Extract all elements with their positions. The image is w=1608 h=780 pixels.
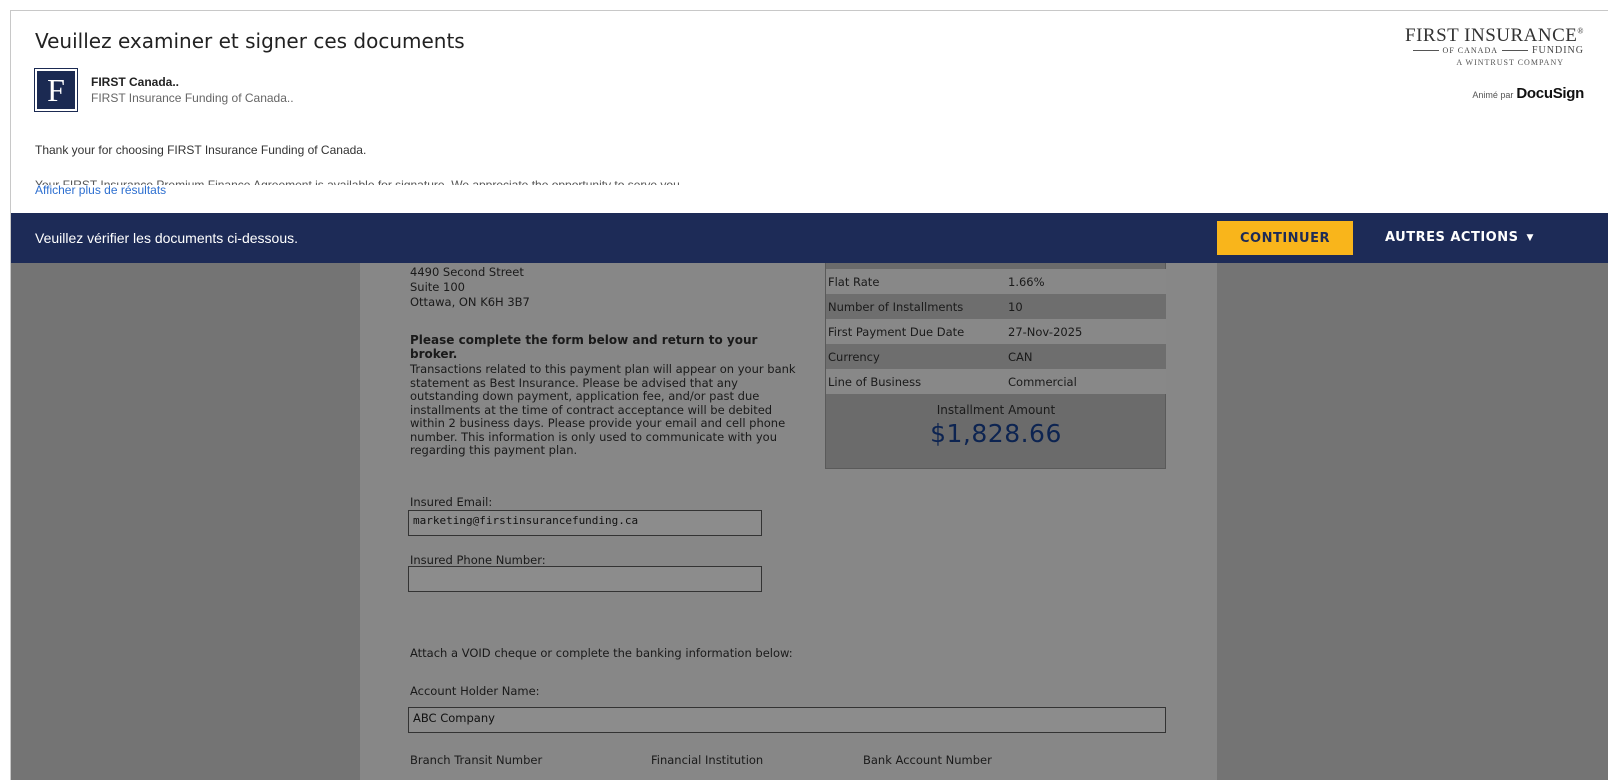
sender-info: F FIRST Canada.. FIRST Insurance Funding…: [34, 68, 294, 112]
address-line: 4490 Second Street: [410, 265, 524, 279]
row-value: 27-Nov-2025: [1008, 324, 1083, 339]
envelope-message: Thank your for choosing FIRST Insurance …: [35, 143, 367, 157]
document-page: 4490 Second Street Suite 100 Ottawa, ON …: [360, 263, 1217, 780]
financial-institution-label: Financial Institution: [651, 753, 764, 767]
row-value: Commercial: [1008, 374, 1077, 389]
document-viewer[interactable]: 4490 Second Street Suite 100 Ottawa, ON …: [11, 263, 1608, 780]
table-row: Flat Rate 1.66%: [826, 269, 1166, 294]
action-bar: Veuillez vérifier les documents ci-desso…: [11, 213, 1608, 263]
void-cheque-instruction: Attach a VOID cheque or complete the ban…: [410, 646, 793, 660]
email-label: Insured Email:: [410, 495, 493, 509]
instructions-title: Please complete the form below and retur…: [410, 333, 758, 361]
brand-funding: FUNDING: [1532, 45, 1584, 56]
sender-text: FIRST Canada.. FIRST Insurance Funding o…: [91, 75, 294, 105]
phone-label: Insured Phone Number:: [410, 553, 546, 567]
table-row: First Payment Due Date 27-Nov-2025: [826, 319, 1166, 344]
company-logo: FIRST INSURANCE® OF CANADA FUNDING A WIN…: [1405, 25, 1584, 67]
chevron-down-icon: ▼: [1526, 232, 1534, 243]
sender-organization: FIRST Insurance Funding of Canada..: [91, 91, 294, 105]
phone-field[interactable]: [408, 566, 762, 592]
row-value: 1.66%: [1008, 274, 1045, 289]
address-line: Ottawa, ON K6H 3B7: [410, 295, 530, 309]
row-value: 10: [1008, 299, 1023, 314]
page-title: Veuillez examiner et signer ces document…: [35, 29, 465, 53]
email-field[interactable]: marketing@firstinsurancefunding.ca: [408, 510, 762, 536]
account-holder-field[interactable]: ABC Company: [408, 707, 1166, 733]
docusign-logo: DocuSign: [1516, 85, 1584, 102]
table-row: Currency CAN: [826, 344, 1166, 369]
other-actions-menu[interactable]: AUTRES ACTIONS ▼: [1385, 230, 1534, 245]
brand-divider: [1502, 50, 1528, 51]
envelope-header: Veuillez examiner et signer ces document…: [11, 11, 1608, 213]
brand-tagline: A WINTRUST COMPANY: [1456, 58, 1564, 67]
sender-logo: F: [34, 68, 78, 112]
instructions-body: Transactions related to this payment pla…: [410, 362, 796, 457]
table-row: Number of Installments 10: [826, 294, 1166, 319]
review-message: Veuillez vérifier les documents ci-desso…: [35, 230, 299, 246]
continue-button[interactable]: CONTINUER: [1217, 221, 1353, 255]
other-actions-label: AUTRES ACTIONS: [1385, 230, 1519, 245]
brand-name-main: FIRST INSURANCE: [1405, 25, 1578, 46]
installment-amount-value: $1,828.66: [930, 419, 1062, 448]
show-more-link[interactable]: Afficher plus de résultats: [35, 183, 166, 197]
installment-amount-label: Installment Amount: [936, 403, 1056, 417]
table-row: Line of Business Commercial: [826, 369, 1166, 394]
bank-account-label: Bank Account Number: [863, 753, 992, 767]
docusign-signing-window: Veuillez examiner et signer ces document…: [10, 10, 1608, 780]
row-value: CAN: [1008, 349, 1033, 364]
brand-mark: ®: [1577, 26, 1584, 36]
row-label: Number of Installments: [828, 299, 964, 314]
row-label: Flat Rate: [828, 274, 880, 289]
brand-of-canada: OF CANADA: [1442, 46, 1498, 55]
sender-name: FIRST Canada..: [91, 75, 180, 89]
payment-summary-table: Flat Rate 1.66% Number of Installments 1…: [825, 263, 1166, 469]
account-holder-label: Account Holder Name:: [410, 684, 540, 698]
branch-transit-label: Branch Transit Number: [410, 753, 543, 767]
row-label: Currency: [828, 349, 880, 364]
row-label: Line of Business: [828, 374, 922, 389]
brand-divider: [1412, 50, 1439, 51]
address-block: 4490 Second Street Suite 100 Ottawa, ON …: [410, 265, 530, 310]
powered-by: Animé par DocuSign: [1472, 85, 1584, 102]
address-line: Suite 100: [410, 280, 465, 294]
row-label: First Payment Due Date: [828, 324, 965, 339]
powered-by-prefix: Animé par: [1472, 90, 1514, 100]
brand-name: FIRST INSURANCE®: [1405, 25, 1584, 47]
